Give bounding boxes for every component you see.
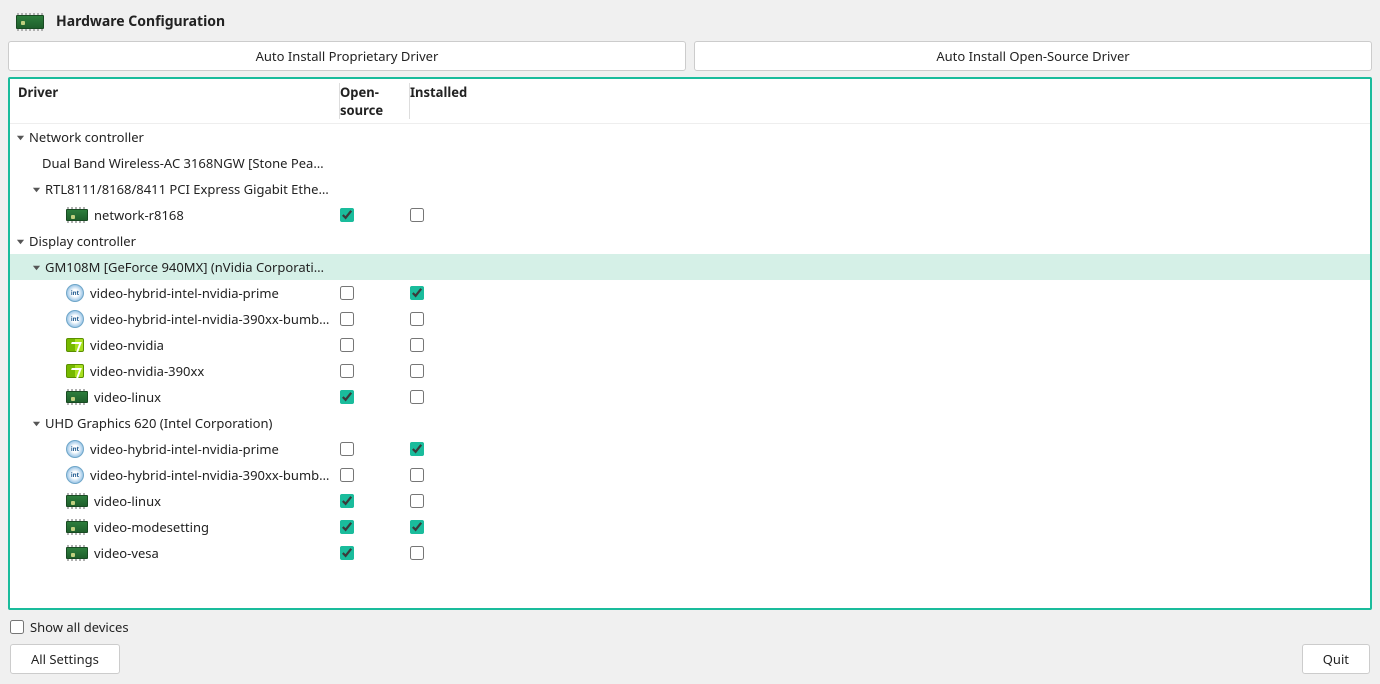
installed-checkbox[interactable] bbox=[410, 494, 424, 508]
installed-checkbox[interactable] bbox=[410, 520, 424, 534]
nvidia-icon bbox=[66, 364, 84, 378]
installed-checkbox[interactable] bbox=[410, 312, 424, 326]
row-label: video-nvidia-390xx bbox=[90, 362, 204, 380]
driver-row[interactable]: int video-hybrid-intel-nvidia-prime bbox=[10, 436, 1370, 462]
row-label: RTL8111/8168/8411 PCI Express Gigabit Et… bbox=[45, 180, 330, 198]
page-title: Hardware Configuration bbox=[56, 12, 225, 31]
row-label: video-hybrid-intel-nvidia-prime bbox=[90, 284, 279, 302]
installed-checkbox[interactable] bbox=[410, 286, 424, 300]
row-label: video-hybrid-intel-nvidia-390xx-bumblebe… bbox=[90, 466, 330, 484]
chip-icon bbox=[66, 521, 88, 533]
row-label: video-nvidia bbox=[90, 336, 164, 354]
opensource-checkbox[interactable] bbox=[340, 494, 354, 508]
nvidia-icon bbox=[66, 338, 84, 352]
tree-header: Driver Open-source Installed bbox=[10, 79, 1370, 124]
installed-checkbox[interactable] bbox=[410, 546, 424, 560]
intel-icon: int bbox=[66, 284, 84, 302]
disclosure-triangle-icon[interactable] bbox=[14, 237, 26, 246]
chip-icon bbox=[66, 209, 88, 221]
installed-checkbox[interactable] bbox=[410, 442, 424, 456]
row-label: UHD Graphics 620 (Intel Corporation) bbox=[45, 414, 272, 432]
disclosure-triangle-icon[interactable] bbox=[30, 185, 42, 194]
driver-row[interactable]: video-nvidia-390xx bbox=[10, 358, 1370, 384]
device-row[interactable]: RTL8111/8168/8411 PCI Express Gigabit Et… bbox=[10, 176, 1370, 202]
opensource-checkbox[interactable] bbox=[340, 286, 354, 300]
show-all-devices-label[interactable]: Show all devices bbox=[30, 618, 129, 636]
opensource-checkbox[interactable] bbox=[340, 208, 354, 222]
driver-row[interactable]: int video-hybrid-intel-nvidia-prime bbox=[10, 280, 1370, 306]
chip-icon bbox=[66, 391, 88, 403]
chip-icon bbox=[66, 495, 88, 507]
opensource-checkbox[interactable] bbox=[340, 546, 354, 560]
row-label: video-modesetting bbox=[94, 518, 209, 536]
row-label: Dual Band Wireless-AC 3168NGW [Stone Pea… bbox=[42, 154, 330, 172]
column-opensource[interactable]: Open-source bbox=[340, 83, 410, 119]
driver-row[interactable]: network-r8168 bbox=[10, 202, 1370, 228]
window-header: Hardware Configuration bbox=[8, 8, 1372, 41]
row-label: video-hybrid-intel-nvidia-prime bbox=[90, 440, 279, 458]
chip-icon bbox=[66, 547, 88, 559]
row-label: video-linux bbox=[94, 388, 161, 406]
opensource-checkbox[interactable] bbox=[340, 312, 354, 326]
installed-checkbox[interactable] bbox=[410, 208, 424, 222]
disclosure-triangle-icon[interactable] bbox=[30, 263, 42, 272]
driver-row[interactable]: int video-hybrid-intel-nvidia-390xx-bumbl… bbox=[10, 462, 1370, 488]
auto-install-proprietary-button[interactable]: Auto Install Proprietary Driver bbox=[8, 41, 686, 71]
intel-icon: int bbox=[66, 440, 84, 458]
installed-checkbox[interactable] bbox=[410, 364, 424, 378]
all-settings-button[interactable]: All Settings bbox=[10, 644, 120, 674]
opensource-checkbox[interactable] bbox=[340, 338, 354, 352]
row-label: video-vesa bbox=[94, 544, 159, 562]
column-installed[interactable]: Installed bbox=[410, 83, 480, 119]
row-label: video-hybrid-intel-nvidia-390xx-bumblebe… bbox=[90, 310, 330, 328]
opensource-checkbox[interactable] bbox=[340, 390, 354, 404]
row-label: Display controller bbox=[29, 232, 136, 250]
driver-row[interactable]: video-linux bbox=[10, 384, 1370, 410]
installed-checkbox[interactable] bbox=[410, 338, 424, 352]
category-row[interactable]: Display controller bbox=[10, 228, 1370, 254]
opensource-checkbox[interactable] bbox=[340, 442, 354, 456]
device-row[interactable]: Dual Band Wireless-AC 3168NGW [Stone Pea… bbox=[10, 150, 1370, 176]
driver-row[interactable]: video-nvidia bbox=[10, 332, 1370, 358]
opensource-checkbox[interactable] bbox=[340, 468, 354, 482]
opensource-checkbox[interactable] bbox=[340, 364, 354, 378]
show-all-devices-checkbox[interactable] bbox=[10, 620, 24, 634]
category-row[interactable]: Network controller bbox=[10, 124, 1370, 150]
driver-row[interactable]: video-linux bbox=[10, 488, 1370, 514]
driver-row[interactable]: int video-hybrid-intel-nvidia-390xx-bumbl… bbox=[10, 306, 1370, 332]
row-label: GM108M [GeForce 940MX] (nVidia Corporati… bbox=[45, 258, 330, 276]
row-label: Network controller bbox=[29, 128, 144, 146]
column-driver[interactable]: Driver bbox=[14, 83, 340, 119]
driver-tree[interactable]: Driver Open-source Installed Network con… bbox=[8, 77, 1372, 610]
disclosure-triangle-icon[interactable] bbox=[30, 419, 42, 428]
device-row[interactable]: GM108M [GeForce 940MX] (nVidia Corporati… bbox=[10, 254, 1370, 280]
intel-icon: int bbox=[66, 310, 84, 328]
row-label: network-r8168 bbox=[94, 206, 184, 224]
driver-row[interactable]: video-vesa bbox=[10, 540, 1370, 566]
installed-checkbox[interactable] bbox=[410, 390, 424, 404]
quit-button[interactable]: Quit bbox=[1302, 644, 1370, 674]
installed-checkbox[interactable] bbox=[410, 468, 424, 482]
disclosure-triangle-icon[interactable] bbox=[14, 133, 26, 142]
intel-icon: int bbox=[66, 466, 84, 484]
driver-row[interactable]: video-modesetting bbox=[10, 514, 1370, 540]
auto-install-opensource-button[interactable]: Auto Install Open-Source Driver bbox=[694, 41, 1372, 71]
msm-icon bbox=[16, 15, 44, 29]
opensource-checkbox[interactable] bbox=[340, 520, 354, 534]
row-label: video-linux bbox=[94, 492, 161, 510]
device-row[interactable]: UHD Graphics 620 (Intel Corporation) bbox=[10, 410, 1370, 436]
